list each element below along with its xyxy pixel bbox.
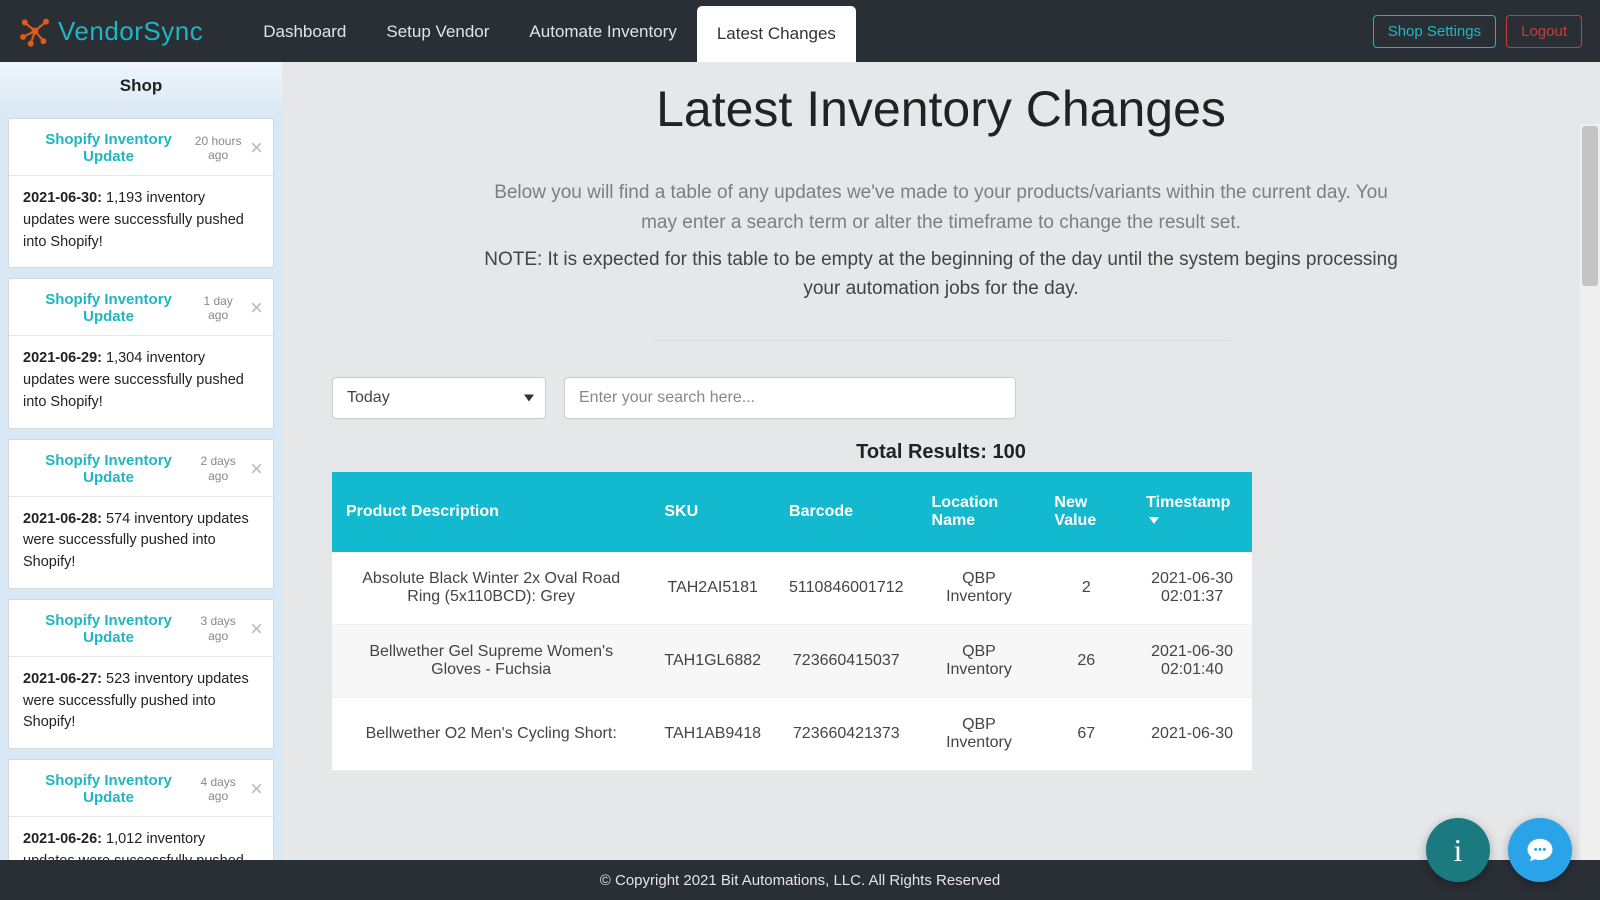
close-icon[interactable]: × [250,137,263,159]
notification-ago: 20 hours ago [194,134,242,163]
close-icon[interactable]: × [250,778,263,800]
notification-card: Shopify Inventory Update20 hours ago × 202… [8,118,274,268]
footer-text: © Copyright 2021 Bit Automations, LLC. A… [600,872,1000,889]
notification-ago: 2 days ago [194,454,242,483]
table-cell: QBP Inventory [918,697,1041,770]
footer: © Copyright 2021 Bit Automations, LLC. A… [0,860,1600,900]
notification-title: Shopify Inventory Update [23,612,194,646]
table-cell: Absolute Black Winter 2x Oval Road Ring … [332,552,650,625]
table-row: Bellwether O2 Men's Cycling Short:TAH1AB… [332,697,1252,770]
main-content: Latest Inventory Changes Below you will … [282,62,1600,900]
nav-latest-changes[interactable]: Latest Changes [697,6,856,62]
results-table: Product Description SKU Barcode Location… [332,472,1252,771]
total-results-value: 100 [992,441,1025,463]
timeframe-select[interactable]: Today [332,377,546,419]
table-cell: TAH1GL6882 [650,624,775,697]
table-cell: 723660415037 [775,624,918,697]
table-cell: QBP Inventory [918,624,1041,697]
col-product-description[interactable]: Product Description [332,472,650,552]
total-results-label: Total Results: [856,441,987,463]
info-fab[interactable]: i [1426,818,1490,882]
page-title: Latest Inventory Changes [322,80,1560,138]
notification-ago: 1 day ago [194,294,242,323]
notification-title: Shopify Inventory Update [23,131,194,165]
table-cell: 723660421373 [775,697,918,770]
close-icon[interactable]: × [250,618,263,640]
notification-title: Shopify Inventory Update [23,452,194,486]
notification-card: Shopify Inventory Update1 day ago × 2021-0… [8,278,274,428]
page-intro: Below you will find a table of any updat… [481,178,1401,239]
table-cell: TAH1AB9418 [650,697,775,770]
notification-body: 2021-06-30: 1,193 inventory updates were… [9,175,273,267]
brand-name: VendorSync [58,16,203,47]
sidebar-title: Shop [0,62,282,118]
divider [651,340,1231,341]
table-cell: Bellwether Gel Supreme Women's Gloves - … [332,624,650,697]
total-results: Total Results: 100 [322,441,1560,464]
table-cell: QBP Inventory [918,552,1041,625]
chat-fab[interactable] [1508,818,1572,882]
nav-dashboard[interactable]: Dashboard [243,2,366,62]
table-cell: 2021-06-3002:01:37 [1132,552,1252,625]
table-cell: 26 [1040,624,1132,697]
notification-body: 2021-06-29: 1,304 inventory updates were… [9,335,273,427]
col-sku[interactable]: SKU [650,472,775,552]
notification-ago: 4 days ago [194,775,242,804]
table-cell: 5110846001712 [775,552,918,625]
notification-ago: 3 days ago [194,614,242,643]
close-icon[interactable]: × [250,458,263,480]
info-icon: i [1454,832,1463,869]
sidebar: Shop Shopify Inventory Update20 hours ag… [0,62,282,900]
logout-button[interactable]: Logout [1506,15,1582,48]
search-input[interactable] [564,377,1016,419]
notification-card: Shopify Inventory Update3 days ago × 2021-… [8,599,274,749]
notification-title: Shopify Inventory Update [23,772,194,806]
table-cell: 2021-06-30 [1132,697,1252,770]
col-barcode[interactable]: Barcode [775,472,918,552]
table-row: Absolute Black Winter 2x Oval Road Ring … [332,552,1252,625]
navbar: VendorSync Dashboard Setup Vendor Automa… [0,0,1600,62]
table-cell: 67 [1040,697,1132,770]
nav-automate-inventory[interactable]: Automate Inventory [509,2,696,62]
nav-setup-vendor[interactable]: Setup Vendor [366,2,509,62]
col-new-value[interactable]: New Value [1040,472,1132,552]
table-row: Bellwether Gel Supreme Women's Gloves - … [332,624,1252,697]
close-icon[interactable]: × [250,297,263,319]
table-cell: 2021-06-3002:01:40 [1132,624,1252,697]
chat-icon [1525,835,1555,865]
page-note: NOTE: It is expected for this table to b… [471,245,1411,304]
notification-body: 2021-06-27: 523 inventory updates were s… [9,656,273,748]
notification-title: Shopify Inventory Update [23,291,194,325]
table-cell: TAH2AI5181 [650,552,775,625]
shop-settings-button[interactable]: Shop Settings [1373,15,1496,48]
brand[interactable]: VendorSync [18,14,203,48]
nav-links: Dashboard Setup Vendor Automate Inventor… [243,0,856,62]
table-cell: 2 [1040,552,1132,625]
col-location-name[interactable]: Location Name [918,472,1041,552]
col-timestamp[interactable]: Timestamp [1132,472,1252,552]
notification-card: Shopify Inventory Update2 days ago × 2021-… [8,439,274,589]
table-cell: Bellwether O2 Men's Cycling Short: [332,697,650,770]
logo-icon [18,14,52,48]
notification-body: 2021-06-28: 574 inventory updates were s… [9,496,273,588]
